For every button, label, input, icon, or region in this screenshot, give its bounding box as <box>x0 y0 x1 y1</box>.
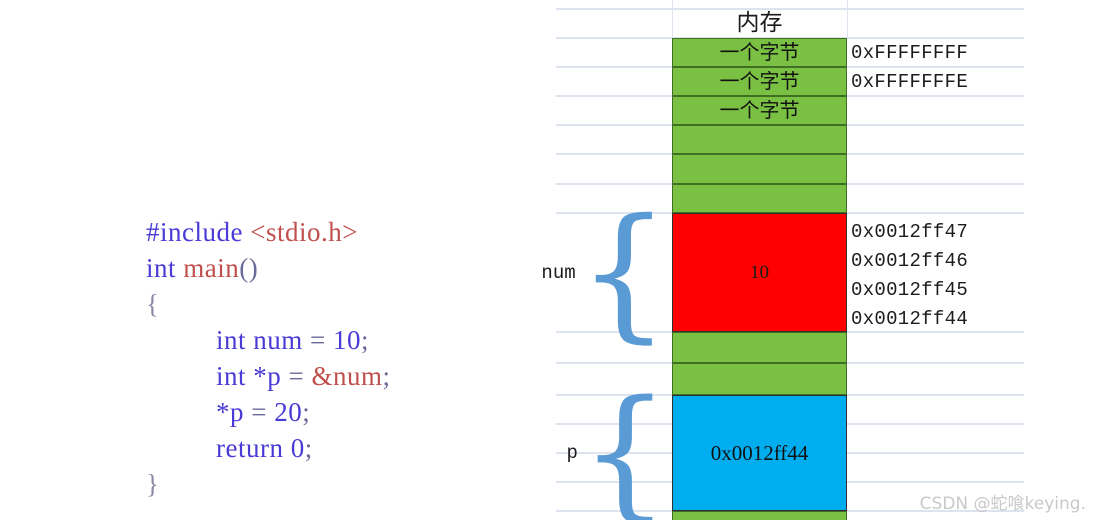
code-token: ; <box>361 325 370 355</box>
variable-name-label: p <box>566 442 578 464</box>
code-token: = <box>288 361 312 391</box>
code-token: { <box>146 289 160 319</box>
code-token: int <box>216 361 254 391</box>
var-p: p{ <box>560 370 670 520</box>
code-token: return <box>216 433 291 463</box>
addr-0012ff45: 0x0012ff45 <box>851 278 969 301</box>
cell-byte-9 <box>672 511 847 520</box>
memory-cell-column: 一个字节 一个字节 一个字节 10 0x0012ff44 <box>672 0 847 520</box>
cell-byte-3: 一个字节 <box>672 96 847 125</box>
line-include: #include <stdio.h> <box>146 214 391 250</box>
code-token: 20 <box>274 397 303 427</box>
variable-name-label: num <box>541 261 576 284</box>
code-token: () <box>239 253 259 283</box>
code-token: = <box>310 325 334 355</box>
code-token: main <box>183 253 240 283</box>
line-decl-p: int *p = &num; <box>146 358 391 394</box>
addr-0012ff44: 0x0012ff44 <box>851 307 969 330</box>
cell-byte-2: 一个字节 <box>672 67 847 96</box>
code-token: num <box>253 325 311 355</box>
code-token: 0 <box>290 433 305 463</box>
line-deref-assign: *p = 20; <box>146 394 391 430</box>
code-token: = <box>251 397 275 427</box>
addr-ffffffff: 0xFFFFFFFF <box>851 41 969 64</box>
code-token: #include <box>146 217 251 247</box>
line-return: return 0; <box>146 430 391 466</box>
cell-byte-4 <box>672 125 847 154</box>
cell-byte-1: 一个字节 <box>672 38 847 67</box>
cell-num: 10 <box>672 213 847 332</box>
addr-0012ff46: 0x0012ff46 <box>851 249 969 272</box>
code-token: int <box>216 325 254 355</box>
line-decl-num: int num = 10; <box>146 322 391 358</box>
memory-cell-label: 一个字节 <box>719 70 800 93</box>
code-token: *p <box>216 397 252 427</box>
code-token: int <box>146 253 184 283</box>
code-token: ; <box>304 433 313 463</box>
cell-p: 0x0012ff44 <box>672 395 847 511</box>
code-token: ; <box>382 361 391 391</box>
code-token: ; <box>302 397 311 427</box>
addr-fffffffe: 0xFFFFFFFE <box>851 70 969 93</box>
variable-brace: { <box>579 370 670 520</box>
line-open-brace: { <box>146 286 391 322</box>
var-num: num{ <box>541 187 670 357</box>
memory-cell-label: 0x0012ff44 <box>710 440 809 465</box>
memory-cell-label: 10 <box>750 262 769 283</box>
line-close-brace: } <box>146 466 391 502</box>
source-code-panel: #include <stdio.h> int main(){int num = 1… <box>0 0 556 520</box>
cell-byte-5 <box>672 154 847 184</box>
cell-byte-8 <box>672 363 847 395</box>
variable-brace: { <box>577 187 670 357</box>
memory-cell-label: 一个字节 <box>719 41 800 64</box>
addr-0012ff47: 0x0012ff47 <box>851 220 969 243</box>
code-token: *p <box>253 361 289 391</box>
cell-byte-6 <box>672 184 847 213</box>
csdn-watermark: CSDN @蛇喰keying. <box>919 494 1086 514</box>
grid-vline <box>847 0 848 38</box>
cell-byte-7 <box>672 332 847 363</box>
code-token: } <box>146 469 160 499</box>
code-token: 10 <box>333 325 362 355</box>
screenshot-root: #include <stdio.h> int main(){int num = 1… <box>0 0 1096 520</box>
code-token: <stdio.h> <box>250 217 358 247</box>
c-source-code: #include <stdio.h> int main(){int num = 1… <box>146 214 391 502</box>
line-main: int main() <box>146 250 391 286</box>
memory-cell-label: 一个字节 <box>719 99 800 122</box>
code-token: &num <box>311 361 383 391</box>
